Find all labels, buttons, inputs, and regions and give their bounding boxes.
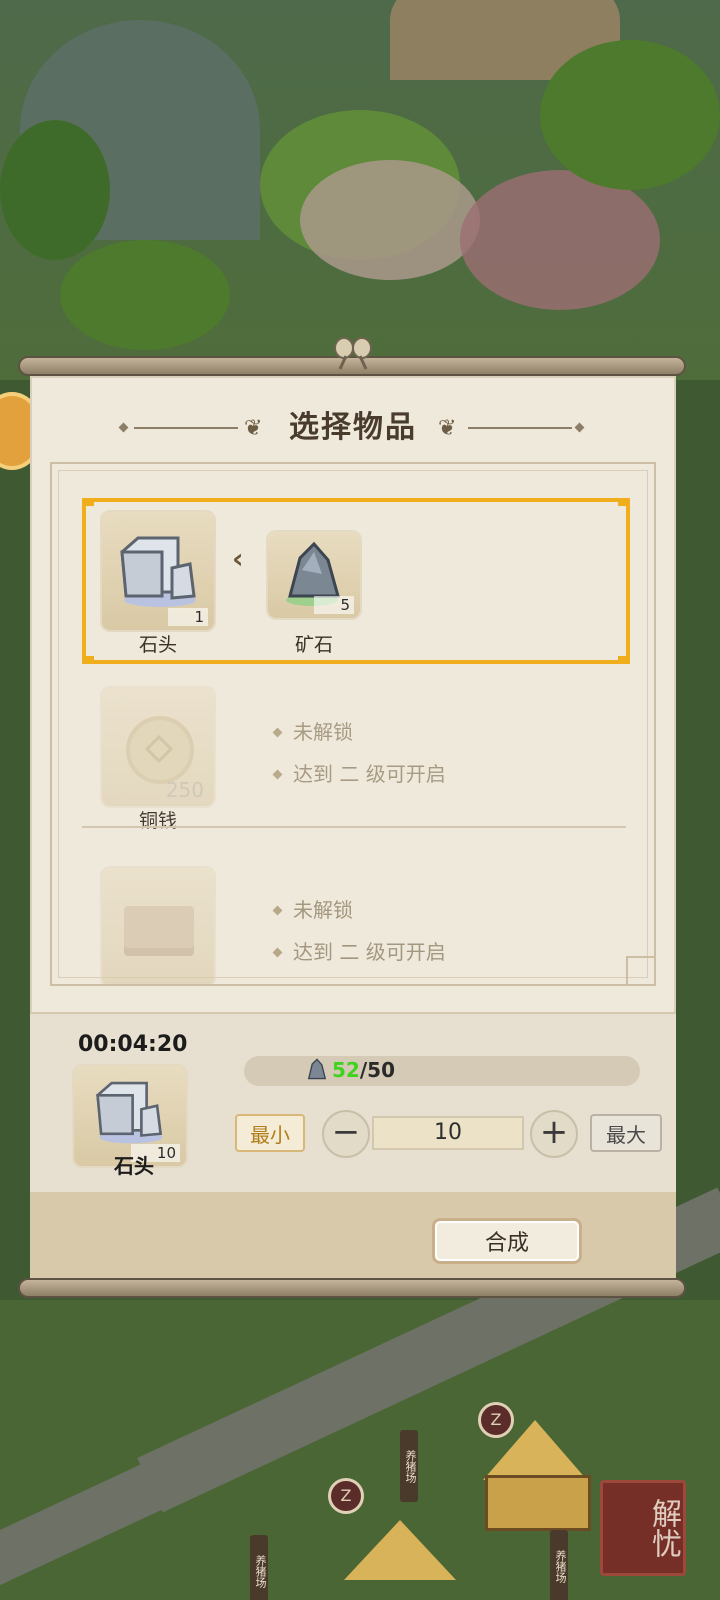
tree [0,120,110,260]
recipe-row-copper-coin[interactable]: 250 铜钱 未解锁 达到 二 级可开启 [52,678,654,838]
blossom-tree [300,160,480,280]
craft-controls: 00:04:20 10 石头 52/50 最小 − 10 + 最大 [30,1012,676,1194]
brick-icon [124,906,194,956]
copper-coin-icon [126,716,194,784]
dialog-header: ❦ 选择物品 ❦ [30,408,676,448]
pig-farm-sign[interactable]: 养猪场 [400,1430,418,1502]
row-divider [82,826,626,828]
dialog-footer: 合成 [30,1192,676,1280]
material-count: 52/50 [332,1058,395,1082]
scroll-bottom-rod [18,1278,686,1298]
stone-block-icon [120,536,196,607]
material-bar [244,1056,640,1086]
quantity-input[interactable]: 10 [372,1116,524,1150]
output-item-slot[interactable] [102,868,214,984]
relieve-worries-seal-button[interactable]: 解忧 [600,1480,686,1576]
selection-corner [618,656,630,664]
synthesize-button[interactable]: 合成 [432,1218,582,1264]
input-item-slot[interactable]: 5 [268,532,360,618]
max-quantity-button[interactable]: 最大 [590,1114,662,1152]
craft-output-name: 石头 [114,1154,154,1178]
stone-block-icon [96,1081,163,1144]
unlock-requirement: 达到 二 级可开启 [272,758,446,787]
unavailable-icon[interactable]: Z [478,1402,514,1438]
craft-timer: 00:04:20 [78,1032,188,1057]
decrease-quantity-button[interactable]: − [322,1110,370,1158]
item-count: 1 [168,608,208,626]
unavailable-icon[interactable]: Z [328,1478,364,1514]
recipe-row-brick[interactable]: 未解锁 达到 二 级可开启 [52,858,654,984]
scroll-knot-icon [334,337,372,370]
item-count: 5 [314,596,354,614]
min-quantity-button[interactable]: 最小 [235,1114,305,1152]
recipe-row-stone[interactable]: 1 石头 ‹ 5 矿石 [52,498,654,668]
unlock-requirement: 达到 二 级可开启 [272,936,446,965]
recipe-list[interactable]: 1 石头 ‹ 5 矿石 250 铜钱 未解锁 达到 二 级可开启 未解锁 达到 … [50,462,656,986]
output-item-slot[interactable]: 250 [102,688,214,806]
item-name: 石头 [138,634,177,656]
item-count: 250 [165,778,204,802]
title-swirl-icon: ❦ [438,416,457,441]
locked-status: 未解锁 [272,716,353,745]
selection-corner [82,656,94,664]
select-item-dialog: ❦ 选择物品 ❦ 1 石头 ‹ 5 矿石 250 铜钱 未解锁 达到 二 级可开… [30,376,676,1280]
item-name: 铜钱 [138,810,177,832]
locked-status: 未解锁 [272,894,353,923]
output-item-slot[interactable]: 1 [102,512,214,630]
convert-arrow-icon: ‹ [232,542,244,575]
pig-farm-sign[interactable]: 养猪场 [250,1535,268,1600]
item-name: 矿石 [294,634,333,656]
tree [60,240,230,350]
pig-farm-building[interactable] [485,1475,591,1531]
selection-corner [618,498,630,506]
increase-quantity-button[interactable]: + [530,1110,578,1158]
selection-corner [82,498,94,506]
tree [540,40,720,190]
blossom-tree [460,170,660,310]
pig-farm-sign[interactable]: 养猪场 [550,1530,568,1600]
ore-icon [307,1058,327,1080]
title-ornament [468,427,572,429]
